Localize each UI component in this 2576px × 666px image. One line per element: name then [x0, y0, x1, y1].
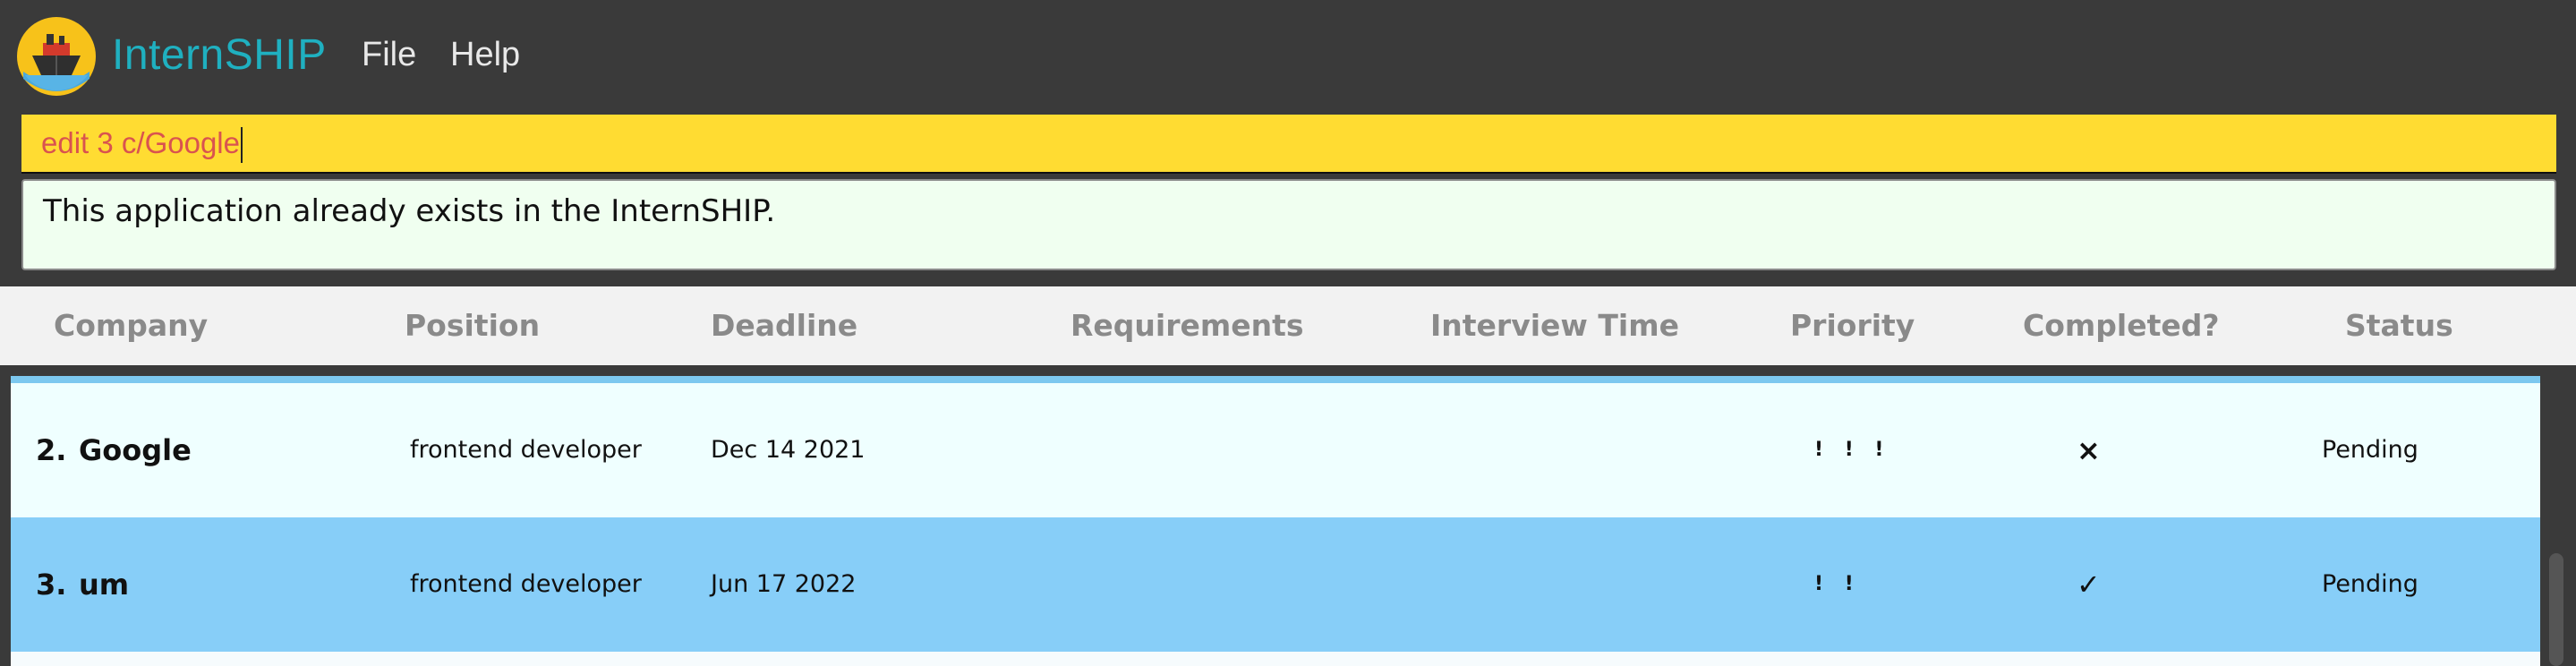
row-priority: ! ! ! [1814, 439, 1891, 461]
column-header-position: Position [405, 308, 541, 343]
column-header-company: Company [54, 308, 209, 343]
menu-file[interactable]: File [362, 27, 416, 82]
app-title: InternSHIP [112, 31, 327, 79]
application-list-panel: 2. Google frontend developer Dec 14 2021… [0, 365, 2576, 666]
top-bar: InternSHIP File Help [0, 0, 2576, 113]
command-box: edit 3 c/Google [21, 115, 2556, 174]
command-input[interactable]: edit 3 c/Google [41, 115, 2538, 172]
row-status: Pending [2322, 570, 2418, 598]
text-caret [240, 127, 243, 164]
row-company: um [79, 568, 130, 602]
row-index: 3. [36, 568, 67, 602]
column-header-requirements: Requirements [1070, 308, 1304, 343]
table-row[interactable]: 2. Google frontend developer Dec 14 2021… [11, 383, 2540, 517]
row-index: 2. [36, 433, 67, 467]
column-header-completed: Completed? [2023, 308, 2220, 343]
row-position: frontend developer [410, 570, 642, 598]
ship-logo-icon [16, 16, 97, 97]
column-header-deadline: Deadline [711, 308, 858, 343]
column-header-status: Status [2345, 308, 2453, 343]
row-company: Google [79, 433, 192, 467]
table-header: Company Position Deadline Requirements I… [0, 286, 2576, 365]
column-header-interview-time: Interview Time [1430, 308, 1679, 343]
row-priority: ! ! [1814, 573, 1861, 595]
checkmark-icon: ✓ [2077, 568, 2101, 602]
application-list: 2. Google frontend developer Dec 14 2021… [11, 376, 2540, 666]
command-text: edit 3 c/Google [41, 126, 240, 159]
row-deadline: Dec 14 2021 [711, 436, 866, 464]
scrollbar-thumb[interactable] [2549, 553, 2563, 666]
row-deadline: Jun 17 2022 [711, 570, 857, 598]
table-row-selected[interactable]: 3. um frontend developer Jun 17 2022 ! !… [11, 517, 2540, 652]
cross-icon: × [2077, 433, 2101, 467]
menu-help[interactable]: Help [450, 27, 520, 82]
result-message: This application already exists in the I… [43, 193, 776, 229]
row-position: frontend developer [410, 436, 642, 464]
result-display: This application already exists in the I… [21, 179, 2556, 270]
row-status: Pending [2322, 436, 2418, 464]
column-header-priority: Priority [1790, 308, 1915, 343]
